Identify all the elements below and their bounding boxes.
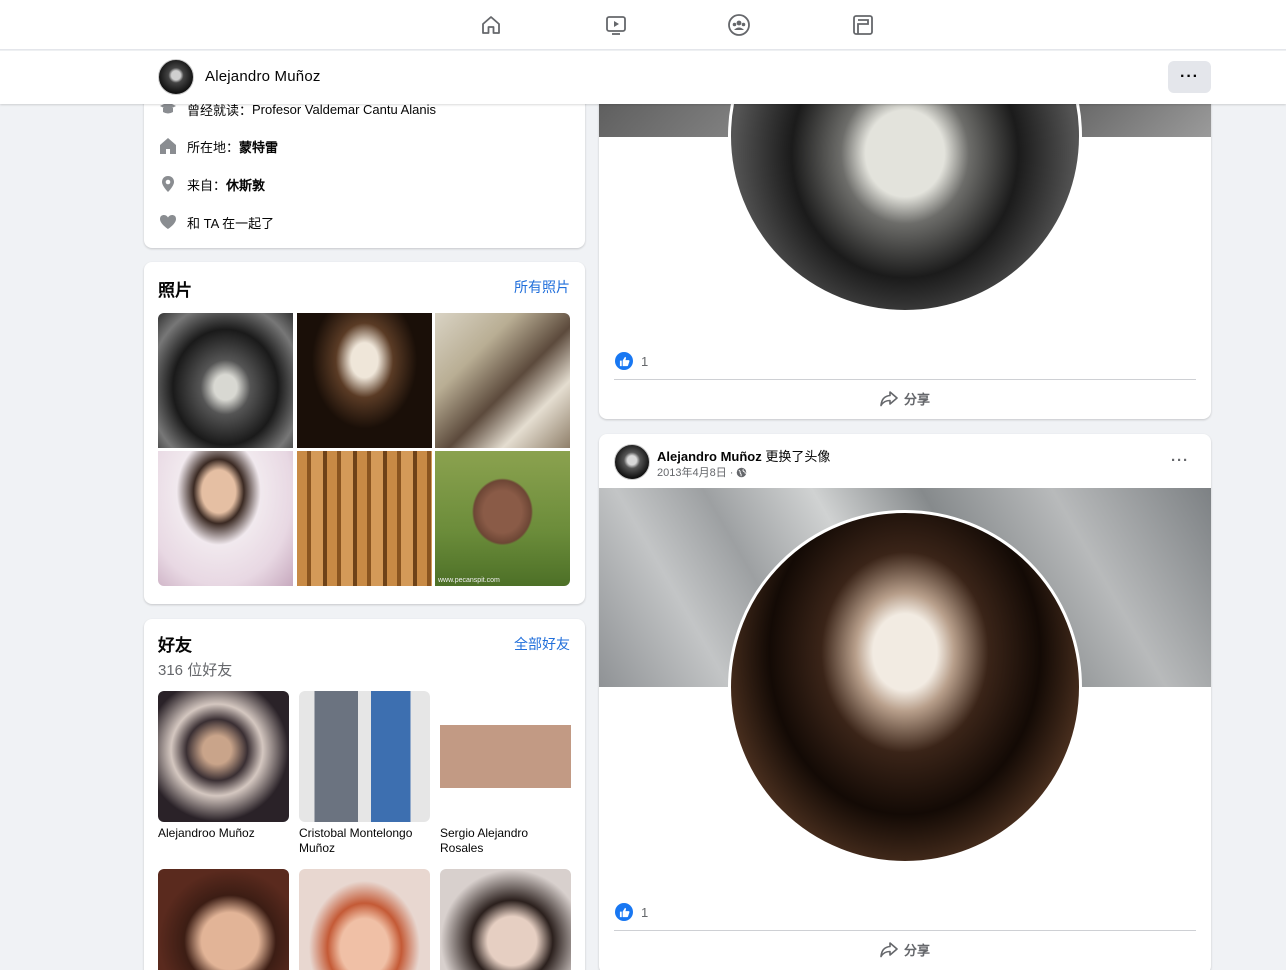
share-icon	[880, 941, 898, 957]
friend-name[interactable]: Sergio Alejandro Rosales	[440, 826, 571, 856]
friend-photo[interactable]	[440, 869, 571, 970]
photos-card: 照片 所有照片 www.pecanspit.com	[144, 262, 585, 604]
post-author-line: Alejandro Muñoz 更换了头像	[657, 446, 830, 465]
post-card: Alejandro Muñoz 更换了头像 2013年4月8日 · ··· 1 …	[599, 434, 1211, 970]
profile-header-bar: Alejandro Muñoz ···	[0, 51, 1286, 104]
friend-photo[interactable]	[299, 691, 430, 822]
photo-thumbnail[interactable]	[297, 313, 432, 448]
profile-picture[interactable]	[728, 80, 1082, 313]
gaming-icon[interactable]	[851, 13, 875, 37]
divider	[614, 930, 1196, 931]
globe-icon	[737, 467, 747, 477]
photo-watermark: www.pecanspit.com	[438, 577, 500, 584]
photo-thumbnail[interactable]	[158, 313, 293, 448]
profile-picture[interactable]	[728, 510, 1082, 864]
divider	[614, 379, 1196, 380]
groups-icon[interactable]	[727, 13, 751, 37]
share-icon	[880, 390, 898, 406]
intro-from: 来自： 休斯敦	[158, 174, 265, 194]
like-count: 1	[641, 904, 649, 920]
friend-item[interactable]	[299, 869, 430, 970]
location-pin-icon	[158, 174, 178, 194]
share-button[interactable]: 分享	[599, 940, 1211, 959]
like-count: 1	[641, 353, 649, 369]
all-photos-link[interactable]: 所有照片	[514, 277, 570, 297]
post-card: 1 分享	[599, 80, 1211, 419]
share-button[interactable]: 分享	[599, 389, 1211, 408]
intro-card: 曾经就读： Profesor Valdemar Cantu Alanis 所在地…	[144, 80, 585, 248]
friend-photo[interactable]	[440, 691, 571, 822]
reactions[interactable]: 1	[615, 352, 648, 370]
friend-item[interactable]: Sergio Alejandro Rosales	[440, 691, 571, 856]
friend-item[interactable]: Cristobal Montelongo Muñoz	[299, 691, 430, 856]
house-icon	[158, 136, 178, 156]
post-options-icon[interactable]: ···	[1171, 452, 1189, 469]
post-action: 更换了头像	[765, 449, 831, 464]
post-date[interactable]: 2013年4月8日 ·	[657, 464, 747, 480]
friend-name[interactable]: Alejandroo Muñoz	[158, 826, 289, 841]
photos-title: 照片	[158, 281, 192, 300]
photo-thumbnail[interactable]	[435, 313, 570, 448]
photo-thumbnail[interactable]: www.pecanspit.com	[435, 451, 570, 586]
post-author-name[interactable]: Alejandro Muñoz	[657, 449, 762, 464]
friend-item[interactable]	[440, 869, 571, 970]
reactions[interactable]: 1	[615, 903, 648, 921]
friend-name[interactable]: Cristobal Montelongo Muñoz	[299, 826, 430, 856]
friends-card: 好友 全部好友 316 位好友 Alejandroo Muñoz Cristob…	[144, 619, 585, 970]
friend-photo[interactable]	[158, 691, 289, 822]
avatar[interactable]	[614, 444, 650, 480]
top-navigation	[0, 0, 1286, 50]
friend-photo[interactable]	[158, 869, 289, 970]
all-friends-link[interactable]: 全部好友	[514, 634, 570, 654]
friend-item[interactable]	[158, 869, 289, 970]
photo-thumbnail[interactable]	[158, 451, 293, 586]
friend-item[interactable]: Alejandroo Muñoz	[158, 691, 289, 841]
like-icon	[615, 352, 633, 370]
friend-count: 316 位好友	[158, 662, 233, 679]
friend-photo[interactable]	[299, 869, 430, 970]
heart-icon	[158, 212, 178, 232]
intro-relationship: 和 TA 在一起了	[158, 212, 274, 232]
like-icon	[615, 903, 633, 921]
home-icon[interactable]	[479, 13, 503, 37]
photo-thumbnail[interactable]	[297, 451, 432, 586]
more-options-button[interactable]: ···	[1168, 61, 1211, 93]
watch-icon[interactable]	[604, 13, 628, 37]
friends-title: 好友	[158, 636, 192, 655]
intro-lives-in: 所在地： 蒙特雷	[158, 136, 278, 156]
profile-name[interactable]: Alejandro Muñoz	[205, 68, 321, 85]
avatar[interactable]	[158, 59, 194, 95]
